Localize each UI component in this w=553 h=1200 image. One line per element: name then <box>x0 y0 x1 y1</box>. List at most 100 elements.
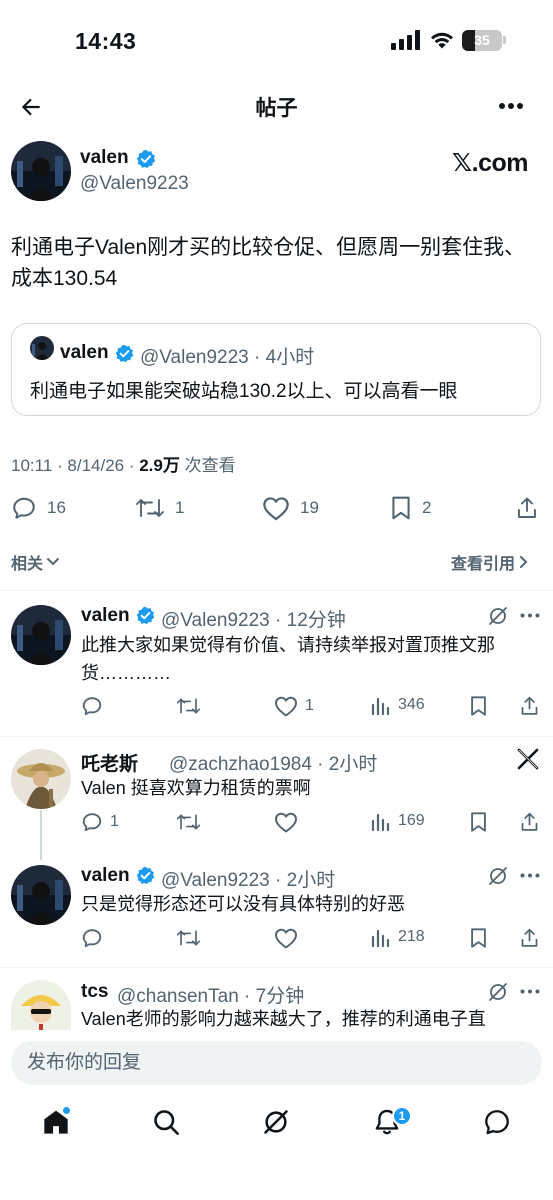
reply-author-name[interactable]: valen <box>81 605 130 627</box>
more-options-icon[interactable] <box>520 989 540 994</box>
author-handle[interactable]: @Valen9223 <box>80 173 189 195</box>
cellular-signal-icon <box>391 30 420 50</box>
share-icon[interactable] <box>519 695 540 717</box>
view-count: 346 <box>398 696 425 713</box>
reply-icon <box>82 697 102 716</box>
more-options-icon[interactable] <box>498 102 524 110</box>
verified-badge-icon <box>136 866 155 885</box>
bookmark-icon[interactable] <box>469 811 488 833</box>
grok-icon[interactable] <box>487 865 509 887</box>
reply-author-name[interactable]: valen <box>81 865 130 887</box>
like-button[interactable] <box>274 927 305 949</box>
thread-connector <box>40 810 42 860</box>
divider <box>0 736 553 737</box>
reply-handle-time: @chansenTan · 7分钟 <box>117 986 305 1007</box>
reply-avatar[interactable] <box>11 980 71 1030</box>
like-button[interactable]: 19 <box>262 495 319 521</box>
verified-badge-icon <box>136 606 155 625</box>
grok-icon[interactable] <box>487 981 509 1003</box>
x-logo-icon[interactable] <box>517 748 539 770</box>
reply-button[interactable] <box>81 695 110 717</box>
reply-avatar[interactable] <box>11 605 71 665</box>
reply-handle-time: @zachzhao1984 · 2小时 <box>169 754 378 775</box>
view-count: 169 <box>398 812 425 829</box>
bookmark-icon[interactable] <box>469 695 488 717</box>
reply-handle-time: @Valen9223 · 2小时 <box>161 870 336 891</box>
views-button[interactable]: 218 <box>371 927 425 947</box>
like-button[interactable]: 1 <box>274 695 314 717</box>
divider <box>0 967 553 968</box>
heart-icon <box>263 497 289 521</box>
post-actions: 16 1 19 2 <box>0 492 553 524</box>
reply-button[interactable]: 16 <box>11 495 66 521</box>
like-count: 1 <box>305 697 314 714</box>
reply-count: 16 <box>47 498 66 517</box>
more-options-icon[interactable] <box>520 613 540 618</box>
page-title: 帖子 <box>255 97 298 120</box>
reply-button[interactable] <box>81 927 110 949</box>
grok-icon[interactable] <box>487 605 509 627</box>
reply-button[interactable]: 1 <box>81 811 119 833</box>
reply-author-name[interactable]: 吒老斯 <box>81 749 138 776</box>
analytics-icon <box>371 813 390 831</box>
view-quotes-label: 查看引用 <box>451 556 516 573</box>
bookmark-button[interactable]: 2 <box>390 495 431 521</box>
battery-indicator: 35 <box>462 30 502 51</box>
repost-button[interactable] <box>176 811 201 833</box>
post-text: 利通电子Valen刚才买的比较仓促、但愿周一别套住我、成本130.54 <box>11 236 526 290</box>
quoted-handle-time: @Valen9223 · 4小时 <box>140 347 315 368</box>
quoted-author-name: valen <box>60 342 109 363</box>
views-button[interactable]: 346 <box>371 695 425 715</box>
analytics-icon <box>371 697 390 715</box>
repost-count: 1 <box>175 498 185 517</box>
quoted-post[interactable]: valen @Valen9223 · 4小时 利通电子如果能突破站稳130.2以… <box>11 323 541 416</box>
notifications-badge: 1 <box>392 1106 412 1126</box>
repost-icon <box>176 814 201 830</box>
messages-icon[interactable] <box>483 1108 511 1136</box>
like-button[interactable] <box>274 811 305 833</box>
grok-icon[interactable] <box>262 1108 290 1136</box>
search-icon[interactable] <box>152 1108 180 1136</box>
repost-button[interactable] <box>176 695 201 717</box>
reply-count: 1 <box>110 813 119 830</box>
share-icon[interactable] <box>519 927 540 949</box>
reply-icon <box>82 813 102 832</box>
verified-badge-icon <box>115 344 134 363</box>
reply-composer[interactable] <box>11 1041 542 1085</box>
heart-icon <box>275 812 297 833</box>
reply-avatar[interactable] <box>11 749 71 809</box>
bookmark-icon[interactable] <box>469 927 488 949</box>
battery-tip <box>503 36 506 44</box>
author-name[interactable]: valen <box>80 147 129 169</box>
views-button[interactable]: 169 <box>371 811 425 831</box>
reply-icon <box>13 497 35 519</box>
divider <box>0 590 553 591</box>
reply-avatar[interactable] <box>11 865 71 925</box>
more-options-icon[interactable] <box>520 873 540 878</box>
related-dropdown[interactable]: 相关 <box>11 550 60 574</box>
bookmark-count: 2 <box>422 498 432 517</box>
repost-button[interactable]: 1 <box>135 495 184 521</box>
view-count: 218 <box>398 928 425 945</box>
home-unread-dot <box>62 1106 71 1115</box>
reply-author-name[interactable]: tcs <box>81 981 108 1003</box>
chevron-right-icon <box>520 556 528 568</box>
view-quotes-link[interactable]: 查看引用 <box>451 550 529 574</box>
post-meta: 10:11 · 8/14/26 · 2.9万 次查看 <box>11 451 236 476</box>
reply-text: 只是觉得形态还可以没有具体特别的好恶 <box>81 894 405 914</box>
status-bar: 14:43 35 <box>0 0 553 80</box>
share-icon[interactable] <box>519 811 540 833</box>
heart-icon <box>275 928 297 949</box>
quoted-author-avatar <box>30 336 54 360</box>
analytics-icon <box>371 929 390 947</box>
repost-button[interactable] <box>176 927 201 949</box>
reply-input[interactable] <box>11 1041 542 1085</box>
related-label: 相关 <box>11 556 44 573</box>
reply-icon <box>82 929 102 948</box>
repost-icon <box>136 499 164 517</box>
post-timestamp: 10:11 · 8/14/26 · <box>11 456 140 475</box>
share-button[interactable] <box>515 495 539 521</box>
author-avatar[interactable] <box>11 141 71 201</box>
repost-icon <box>176 930 201 946</box>
like-count: 19 <box>300 498 319 517</box>
